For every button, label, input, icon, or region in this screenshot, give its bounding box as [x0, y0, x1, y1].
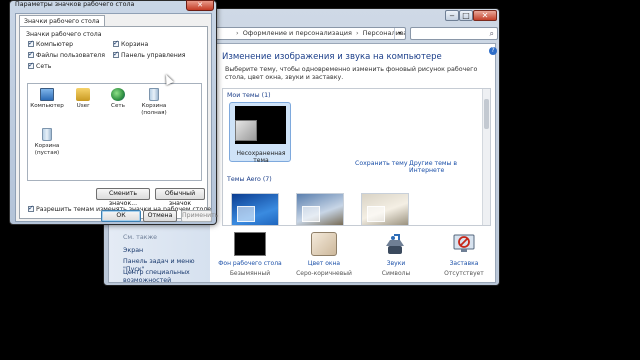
dialog-body: Значки рабочего стола Значки рабочего ст…: [15, 13, 218, 222]
desktop-background-icon: [234, 232, 266, 256]
search-input[interactable]: ⌕: [410, 27, 498, 40]
unsaved-theme-label: Несохраненная тема: [236, 150, 286, 164]
aero-theme-thumbnail[interactable]: [231, 193, 279, 225]
desktop-background-link[interactable]: Фон рабочего стола: [214, 260, 286, 267]
close-button[interactable]: ✕: [473, 10, 497, 21]
ok-button[interactable]: ОК: [101, 210, 141, 222]
see-also-header: См. также: [123, 234, 158, 241]
sounds-link[interactable]: Звуки: [360, 260, 432, 267]
checkbox-box[interactable]: [28, 61, 34, 69]
user-folder-icon: [76, 88, 90, 101]
checkbox-recycle-bin[interactable]: Корзина: [113, 39, 148, 48]
maximize-button[interactable]: □: [459, 10, 473, 21]
help-icon[interactable]: ?: [489, 47, 497, 55]
theme-settings-row: Фон рабочего стола Безымянный Цвет окна …: [210, 230, 495, 282]
page-description: Выберите тему, чтобы одновременно измени…: [225, 66, 478, 81]
themes-scrollbar[interactable]: [482, 89, 490, 225]
screen-saver-item[interactable]: Заставка Отсутствует: [428, 230, 499, 282]
sounds-icon: [386, 234, 404, 254]
screen-saver-value: Отсутствует: [444, 270, 484, 277]
breadcrumb-separator: ›: [355, 29, 359, 37]
page-title: Изменение изображения и звука на компьют…: [222, 52, 442, 62]
icon-list[interactable]: Компьютер User Сеть Корзина (полная) Кор…: [27, 83, 202, 181]
sidebar-link-ease-of-access[interactable]: Центр специальных возможностей: [123, 269, 207, 285]
recycle-bin-empty-icon: [42, 128, 52, 141]
list-item[interactable]: User: [66, 88, 100, 110]
online-themes-link[interactable]: Другие темы в Интернете: [409, 160, 490, 174]
checkbox-box[interactable]: [28, 39, 34, 47]
checkbox-user-files[interactable]: Файлы пользователя: [28, 50, 105, 59]
minimize-button[interactable]: ‒: [445, 10, 459, 21]
computer-icon: [40, 88, 54, 101]
checkbox-control-panel[interactable]: Панель управления: [113, 50, 186, 59]
theme-window-preview: [237, 206, 255, 222]
checkbox-box[interactable]: [28, 204, 34, 212]
screen-saver-icon: [453, 234, 475, 252]
desktop-background-item[interactable]: Фон рабочего стола Безымянный: [214, 230, 286, 282]
theme-window-preview: [367, 206, 385, 222]
dialog-title: Параметры значков рабочего стола: [15, 1, 135, 8]
list-item[interactable]: Корзина (пустая): [30, 128, 64, 156]
checkbox-box[interactable]: [113, 39, 119, 47]
checkbox-box[interactable]: [28, 50, 34, 58]
save-theme-link[interactable]: Сохранить тему: [355, 160, 408, 167]
aero-theme-thumbnail[interactable]: [361, 193, 409, 225]
change-icon-button[interactable]: Сменить значок...: [96, 188, 150, 207]
screen-saver-link[interactable]: Заставка: [428, 260, 499, 267]
my-themes-header: Мои темы (1): [227, 92, 271, 99]
recycle-bin-full-icon: [149, 88, 159, 101]
sidebar-link-display[interactable]: Экран: [123, 247, 143, 255]
sounds-value: Символы: [381, 270, 411, 277]
group-label: Значки рабочего стола: [26, 31, 102, 38]
checkbox-computer[interactable]: Компьютер: [28, 39, 73, 48]
close-button[interactable]: ✕: [186, 0, 214, 11]
aero-theme-thumbnail[interactable]: [296, 193, 344, 225]
theme-window-preview: [235, 120, 257, 141]
tab-page: Значки рабочего стола Компьютер Файлы по…: [19, 26, 211, 219]
list-item[interactable]: Сеть: [101, 88, 135, 110]
checkbox-network[interactable]: Сеть: [28, 61, 51, 70]
breadcrumb-appearance[interactable]: Оформление и персонализация: [243, 29, 352, 37]
window-color-icon: [311, 232, 337, 256]
window-color-link[interactable]: Цвет окна: [288, 260, 360, 267]
checkbox-box[interactable]: [113, 50, 119, 58]
themes-list: Мои темы (1) Несохраненная тема Сохранит…: [222, 88, 491, 226]
aero-themes-header: Темы Aero (7): [227, 176, 272, 183]
list-item[interactable]: Корзина (полная): [137, 88, 171, 116]
apply-button[interactable]: Применить: [181, 210, 218, 222]
desktop-background-value: Безымянный: [229, 270, 271, 277]
search-icon[interactable]: ⌕: [490, 28, 494, 39]
sounds-item[interactable]: Звуки Символы: [360, 230, 432, 282]
address-dropdown-button[interactable]: ▾: [394, 28, 405, 39]
unsaved-theme-tile[interactable]: Несохраненная тема: [229, 102, 291, 164]
cancel-button[interactable]: Отмена: [143, 210, 177, 222]
breadcrumb-separator: ›: [236, 29, 239, 37]
default-icon-button[interactable]: Обычный значок: [155, 188, 205, 207]
window-color-value: Серо-коричневый: [296, 270, 352, 277]
scrollbar-thumb[interactable]: [484, 99, 489, 129]
network-icon: [111, 88, 125, 101]
window-color-item[interactable]: Цвет окна Серо-коричневый: [288, 230, 360, 282]
list-item[interactable]: Компьютер: [30, 88, 64, 110]
theme-window-preview: [302, 206, 320, 222]
desktop-icon-settings-dialog: Параметры значков рабочего стола ✕ Значк…: [9, 0, 218, 225]
